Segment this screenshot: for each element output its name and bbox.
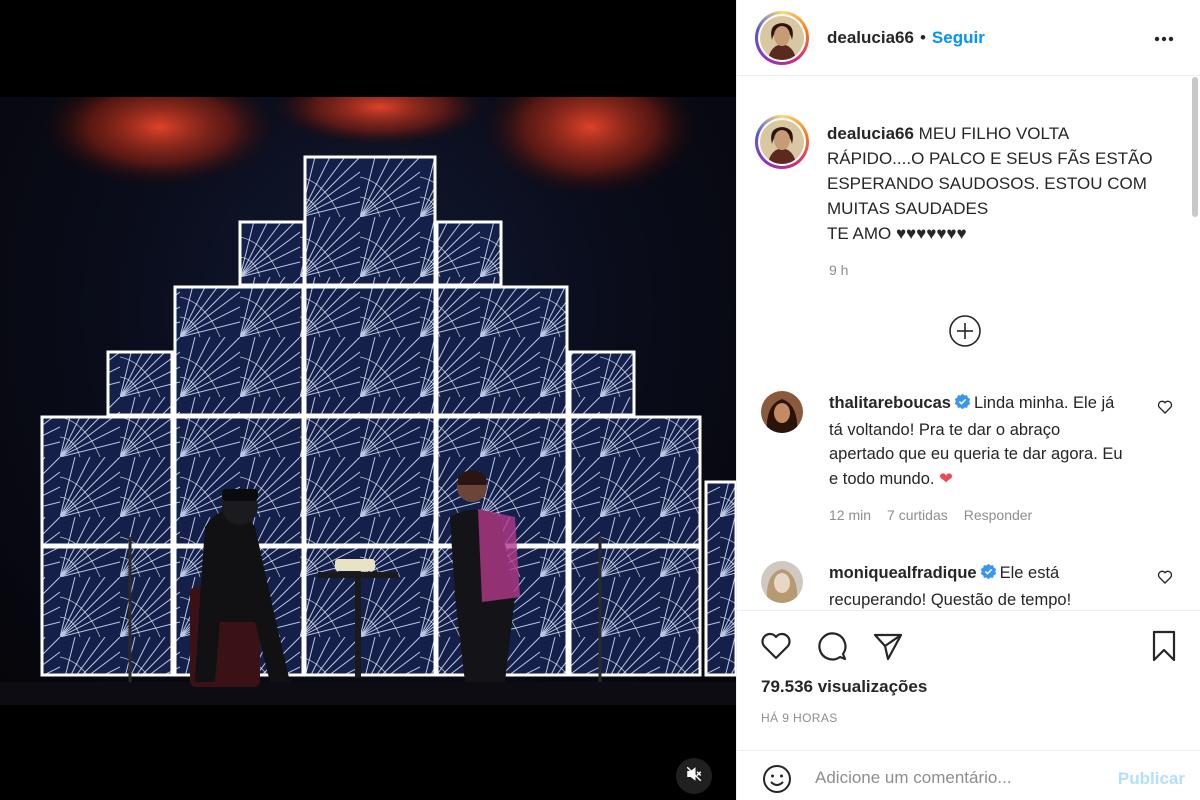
heart-outline-icon bbox=[1157, 570, 1173, 589]
more-horizontal-icon bbox=[1154, 29, 1174, 47]
views-count[interactable]: 79.536 visualizações bbox=[761, 677, 927, 697]
volume-muted-icon bbox=[685, 765, 703, 788]
smiley-face-icon bbox=[761, 765, 793, 799]
like-button[interactable] bbox=[759, 629, 793, 663]
plus-circle-icon bbox=[948, 315, 982, 352]
caption-author-avatar[interactable] bbox=[755, 115, 809, 169]
post-side-panel: dealucia66 • Seguir dealucia66 MEU FILHO… bbox=[736, 0, 1200, 800]
post-caption: dealucia66 MEU FILHO VOLTA RÁPIDO....O P… bbox=[755, 115, 1157, 246]
concert-stage-video bbox=[0, 97, 736, 705]
caption-avatar-image bbox=[760, 120, 804, 164]
publish-comment-button[interactable]: Publicar bbox=[1118, 769, 1185, 789]
post-header: dealucia66 • Seguir bbox=[737, 0, 1200, 76]
comments-list[interactable]: dealucia66 MEU FILHO VOLTA RÁPIDO....O P… bbox=[737, 77, 1200, 610]
caption-timestamp[interactable]: 9 h bbox=[829, 262, 848, 278]
more-options-button[interactable] bbox=[1151, 26, 1177, 50]
share-button[interactable] bbox=[871, 629, 905, 663]
comment-button[interactable] bbox=[815, 629, 849, 663]
verified-badge-icon bbox=[954, 393, 971, 418]
comment-like-button[interactable] bbox=[1157, 399, 1175, 417]
paper-plane-icon bbox=[871, 633, 905, 667]
comment-item: moniquealfradique Ele está recuperando! Q… bbox=[761, 561, 1181, 610]
comment-item: thalitareboucas Linda minha. Ele já tá vo… bbox=[761, 391, 1181, 528]
commenter-avatar[interactable] bbox=[761, 561, 803, 603]
caption-username-link[interactable]: dealucia66 bbox=[827, 124, 914, 143]
speech-bubble-icon bbox=[815, 632, 849, 667]
commenter-username-link[interactable]: moniquealfradique bbox=[829, 564, 977, 582]
author-avatar[interactable] bbox=[755, 10, 809, 65]
comment-body: moniquealfradique Ele está recuperando! Q… bbox=[829, 561, 1129, 610]
comment-reply-button[interactable]: Responder bbox=[964, 503, 1033, 528]
comment-meta: 12 min 7 curtidas Responder bbox=[829, 503, 1129, 528]
separator-dot: • bbox=[919, 27, 926, 47]
video-player[interactable] bbox=[0, 0, 736, 800]
author-username-link[interactable]: dealucia66 bbox=[827, 28, 914, 48]
save-button[interactable] bbox=[1147, 629, 1181, 663]
bookmark-icon bbox=[1147, 630, 1181, 667]
comment-like-button[interactable] bbox=[1157, 569, 1175, 587]
comment-likes-count[interactable]: 7 curtidas bbox=[887, 503, 948, 528]
add-comment-bar: Publicar bbox=[737, 750, 1200, 800]
comment-timestamp[interactable]: 12 min bbox=[829, 503, 871, 528]
comment-body: thalitareboucas Linda minha. Ele já tá vo… bbox=[829, 391, 1129, 528]
verified-badge-icon bbox=[980, 563, 997, 588]
comment-input[interactable] bbox=[815, 763, 1095, 793]
author-avatar-image bbox=[760, 15, 804, 60]
video-frame[interactable] bbox=[0, 97, 736, 705]
heart-outline-icon bbox=[1157, 400, 1173, 419]
red-heart-emoji: ❤ bbox=[939, 469, 953, 488]
post-time-ago[interactable]: HÁ 9 HORAS bbox=[761, 711, 838, 725]
mute-toggle-button[interactable] bbox=[676, 758, 712, 794]
load-more-comments-button[interactable] bbox=[948, 314, 982, 348]
follow-button[interactable]: Seguir bbox=[932, 28, 985, 48]
caption-text-block: dealucia66 MEU FILHO VOLTA RÁPIDO....O P… bbox=[827, 121, 1157, 246]
heart-icon bbox=[759, 632, 793, 667]
commenter-username-link[interactable]: thalitareboucas bbox=[829, 394, 951, 412]
commenter-avatar[interactable] bbox=[761, 391, 803, 433]
emoji-picker-button[interactable] bbox=[761, 763, 793, 795]
post-actions: 79.536 visualizações HÁ 9 HORAS bbox=[737, 610, 1200, 750]
